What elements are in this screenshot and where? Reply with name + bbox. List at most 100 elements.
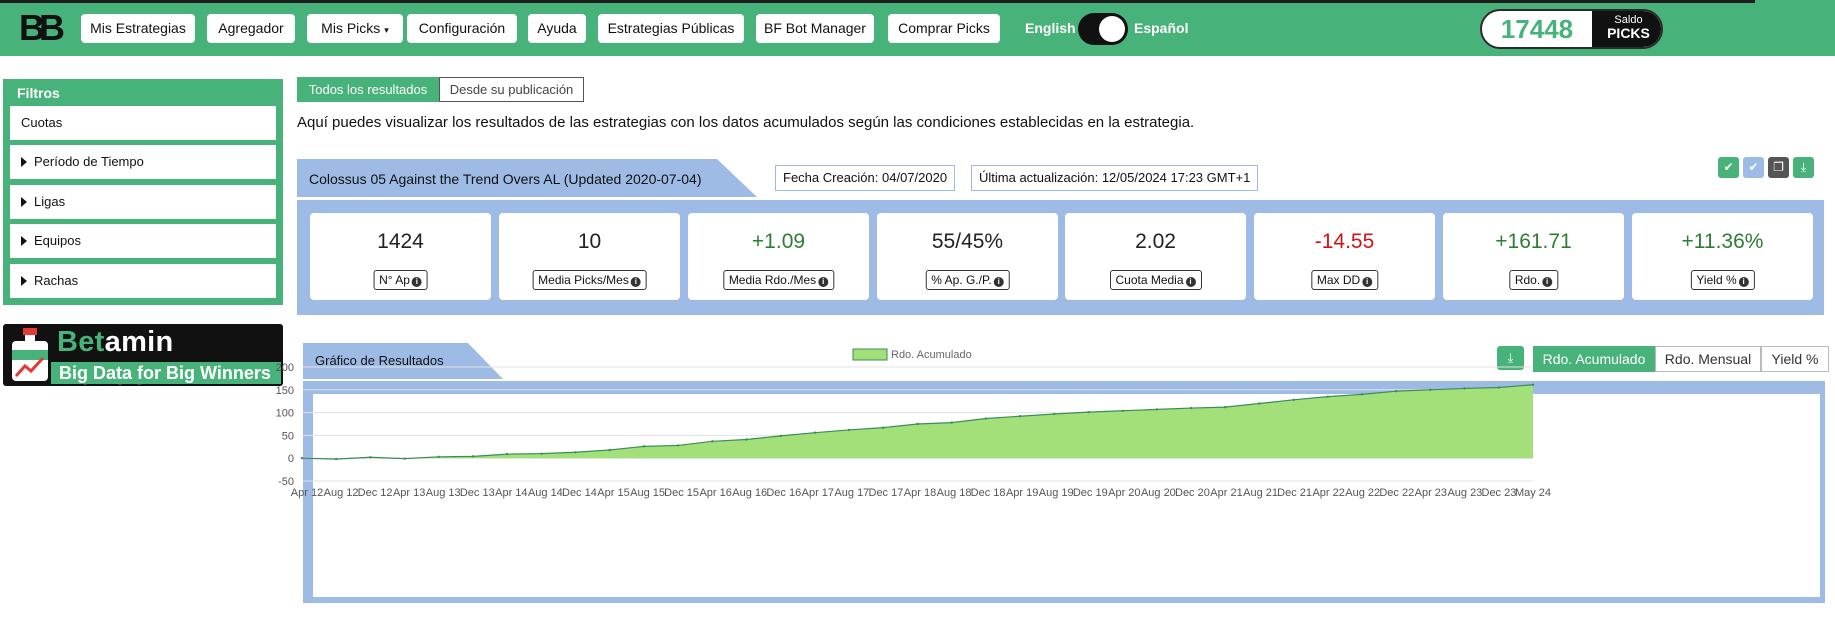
data-point — [847, 428, 851, 432]
stat-label[interactable]: Rdo. i — [1508, 270, 1559, 290]
creation-date: Fecha Creación: 04/07/2020 — [775, 165, 956, 191]
nav-mis-estrategias[interactable]: Mis Estrategias — [81, 14, 195, 43]
x-tick-label: Aug 14 — [528, 487, 563, 499]
data-point — [642, 445, 646, 448]
last-update-date: Última actualización: 12/05/2024 17:23 G… — [971, 165, 1259, 191]
stat-value: +161.71 — [1495, 230, 1572, 253]
picks-balance[interactable]: 17448 Saldo PICKS — [1480, 9, 1663, 49]
data-point — [1292, 398, 1295, 402]
nav-comprar-picks[interactable]: Comprar Picks — [888, 14, 1000, 43]
filter-periodo-de-tiempo[interactable]: Período de Tiempo — [10, 145, 276, 179]
chart-tab-yield[interactable]: Yield % — [1761, 346, 1829, 372]
top-border-line — [0, 0, 1755, 3]
x-tick-label: Dec 21 — [1277, 487, 1312, 499]
x-tick-label: Apr 16 — [699, 487, 731, 499]
info-icon[interactable]: i — [630, 277, 641, 287]
stat-label-text: Media Rdo./Mes — [728, 273, 817, 287]
stat-label[interactable]: Cuota Media i — [1109, 270, 1202, 290]
nav-label: BF Bot Manager — [764, 20, 866, 36]
banner-tagline: Big Data for Big Winners — [51, 362, 281, 384]
x-tick-label: Apr 12 — [291, 487, 323, 499]
stat-label[interactable]: Yield % i — [1690, 270, 1755, 290]
info-icon[interactable]: i — [411, 277, 422, 287]
x-tick-label: Dec 22 — [1379, 487, 1414, 499]
chart-tab-rdo-mensual[interactable]: Rdo. Mensual — [1655, 346, 1761, 372]
data-point — [882, 426, 885, 429]
data-point — [745, 438, 748, 441]
data-point — [574, 451, 577, 454]
info-icon[interactable]: i — [818, 277, 829, 287]
info-icon[interactable]: i — [993, 277, 1004, 287]
nav-agregador[interactable]: Agregador — [207, 14, 295, 43]
x-tick-label: Dec 20 — [1175, 487, 1210, 499]
tab-todos-los-resultados[interactable]: Todos los resultados — [297, 77, 439, 102]
stat-label-text: Max DD — [1316, 273, 1361, 287]
stat-label[interactable]: Max DD i — [1310, 270, 1379, 290]
filter-label: Ligas — [34, 194, 66, 209]
stat-label[interactable]: Media Picks/Mes i — [532, 270, 647, 290]
nav-estrategias-publicas[interactable]: Estrategias Públicas — [598, 14, 744, 43]
strategy-title: Colossus 05 Against the Trend Overs AL (… — [309, 171, 702, 187]
filter-equipos[interactable]: Equipos — [10, 224, 276, 258]
stat-card: 1424 N° Ap i — [310, 213, 491, 300]
stat-card: +1.09 Media Rdo./Mes i — [688, 213, 869, 300]
filter-label: Período de Tiempo — [34, 154, 144, 169]
tab-desde-su-publicacion[interactable]: Desde su publicación — [439, 77, 584, 102]
data-point — [950, 421, 953, 424]
data-point — [1189, 406, 1193, 410]
download-icon[interactable]: ⤓ — [1497, 346, 1524, 370]
download-icon[interactable]: ⤓ — [1793, 157, 1814, 178]
stat-label-text: Media Picks/Mes — [538, 273, 629, 287]
filter-ligas[interactable]: Ligas — [10, 185, 276, 219]
nav-mis-picks[interactable]: Mis Picks ▾ — [307, 14, 403, 43]
betamin-builder-banner[interactable]: Betamin Builder Big Data for Big Winners — [3, 324, 283, 386]
data-point — [1258, 402, 1261, 405]
x-tick-label: Apr 22 — [1312, 487, 1344, 499]
data-point — [711, 440, 714, 443]
stat-card: -14.55 Max DD i — [1254, 213, 1435, 300]
data-point — [1360, 393, 1364, 396]
nav-ayuda[interactable]: Ayuda — [528, 14, 586, 43]
x-tick-label: Aug 19 — [1039, 487, 1074, 499]
data-point — [334, 457, 338, 461]
stat-label[interactable]: N° Ap i — [373, 270, 428, 290]
data-point — [1018, 415, 1022, 418]
nav-label: Mis Picks — [321, 20, 381, 36]
stat-label[interactable]: Media Rdo./Mes i — [722, 270, 835, 290]
legend-swatch — [852, 348, 888, 361]
data-point — [1326, 395, 1330, 398]
x-tick-label: Dec 19 — [1073, 487, 1108, 499]
toggle-knob — [1099, 16, 1125, 42]
legend-label: Rdo. Acumulado — [891, 349, 972, 361]
x-tick-label: Dec 16 — [766, 487, 801, 499]
x-tick-label: Apr 18 — [904, 487, 936, 499]
x-tick-label: Aug 18 — [937, 487, 972, 499]
betamin-logo[interactable]: BB — [10, 10, 68, 46]
nav-bf-bot-manager[interactable]: BF Bot Manager — [756, 14, 874, 43]
x-tick-label: Apr 15 — [597, 487, 629, 499]
check-icon[interactable]: ✔ — [1743, 157, 1764, 178]
nav-configuracion[interactable]: Configuración — [407, 14, 517, 43]
data-point — [505, 452, 509, 456]
chart-tab-rdo-acumulado[interactable]: Rdo. Acumulado — [1533, 346, 1655, 372]
data-point — [1155, 408, 1159, 411]
lang-english-label[interactable]: English — [1025, 20, 1076, 36]
info-icon[interactable]: i — [1362, 277, 1373, 287]
filter-rachas[interactable]: Rachas — [10, 264, 276, 298]
intro-text: Aquí puedes visualizar los resultados de… — [297, 114, 1195, 131]
copy-icon[interactable]: ❐ — [1768, 157, 1789, 178]
x-tick-label: Dec 13 — [460, 487, 495, 499]
language-toggle[interactable] — [1078, 13, 1128, 45]
lang-espanol-label[interactable]: Español — [1134, 20, 1188, 36]
stat-label-text: Cuota Media — [1115, 273, 1184, 287]
stat-card: +161.71 Rdo. i — [1443, 213, 1624, 300]
logo-text: BB — [19, 10, 64, 46]
check-icon[interactable]: ✔ — [1718, 157, 1739, 178]
stat-label[interactable]: % Ap. G./P. i — [925, 270, 1010, 290]
info-icon[interactable]: i — [1542, 277, 1553, 287]
x-tick-label: Aug 22 — [1345, 487, 1380, 499]
info-icon[interactable]: i — [1738, 277, 1749, 287]
info-icon[interactable]: i — [1185, 277, 1196, 287]
chevron-down-icon: ▾ — [384, 25, 389, 35]
filter-cuotas[interactable]: Cuotas — [10, 106, 276, 140]
